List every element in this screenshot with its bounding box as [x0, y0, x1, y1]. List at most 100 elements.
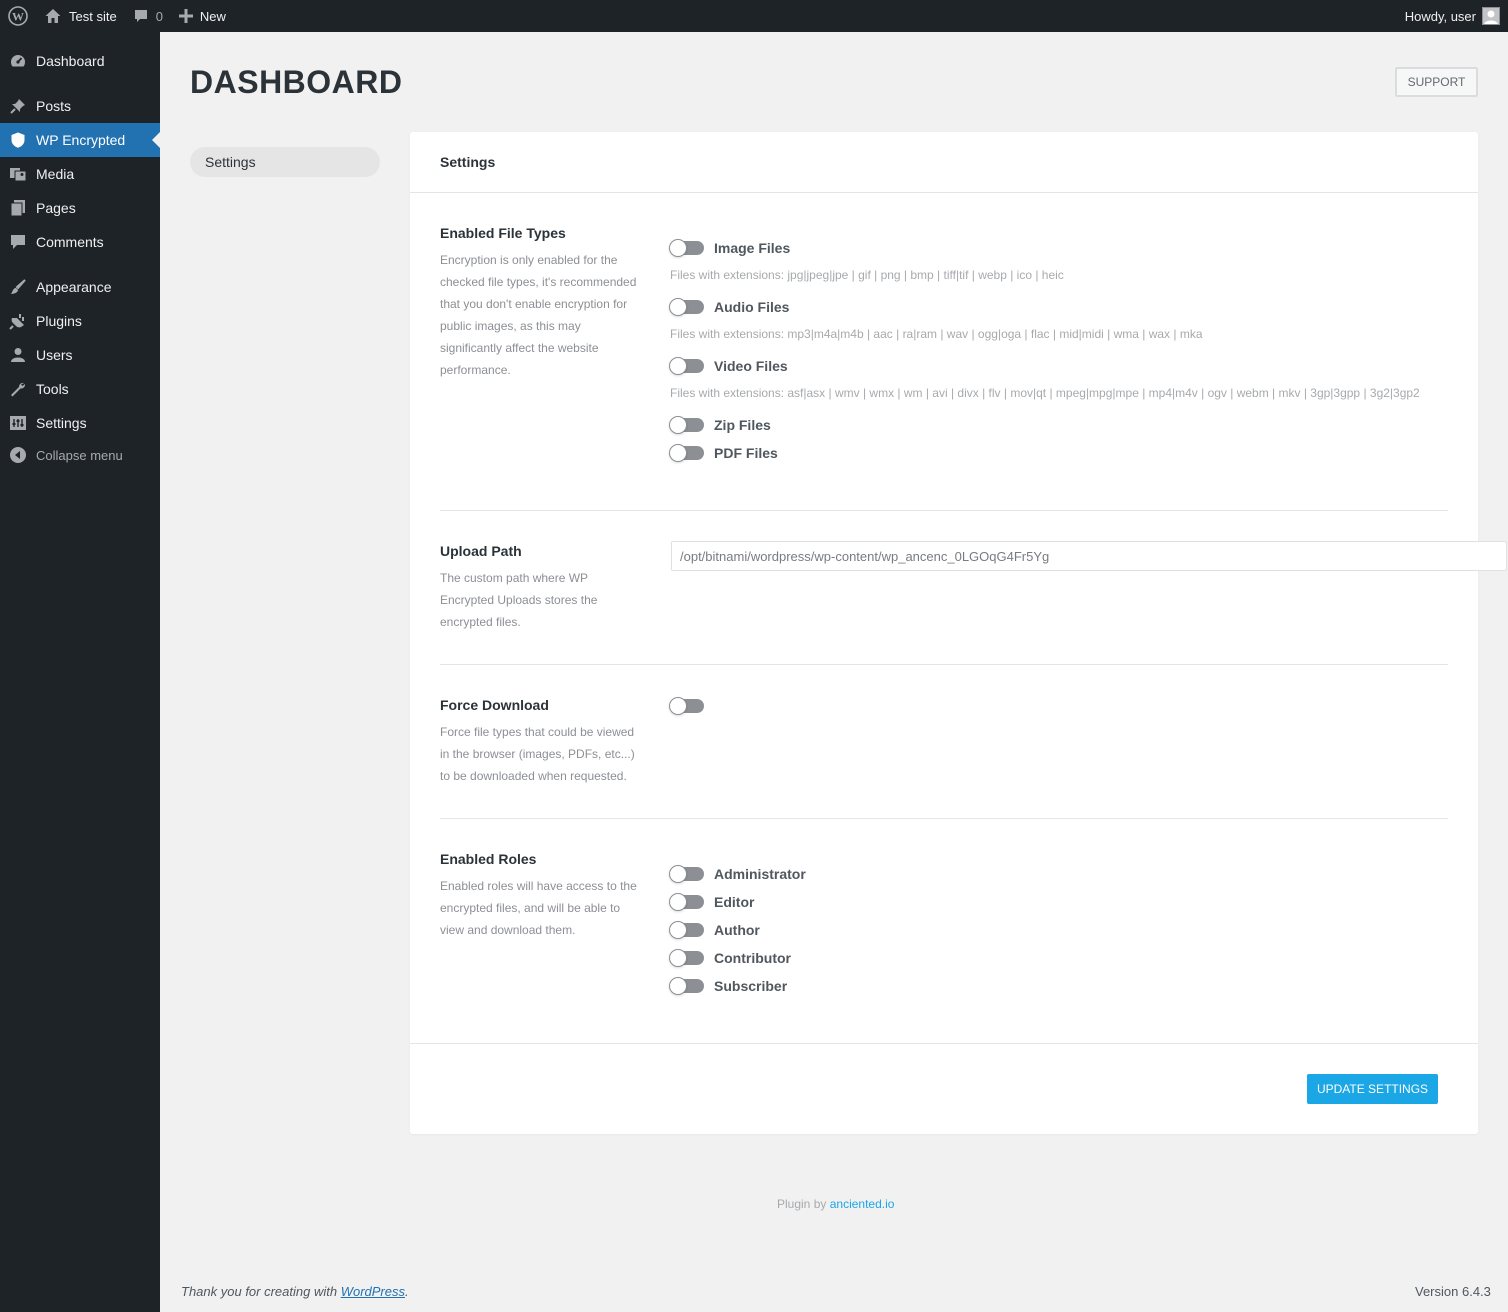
comment-icon: [9, 233, 27, 251]
force-download-toggle[interactable]: [669, 697, 704, 715]
contributor-toggle-row[interactable]: Contributor: [669, 948, 791, 968]
plugin-credit: Plugin by anciented.io: [777, 1197, 894, 1211]
plugin-credit-prefix: Plugin by: [777, 1197, 827, 1211]
administrator-toggle-row[interactable]: Administrator: [669, 864, 806, 884]
sidebar-item-label: Comments: [36, 234, 104, 250]
site-name-link[interactable]: Test site: [36, 0, 125, 32]
sidebar-item-label: WP Encrypted: [36, 132, 126, 148]
roles-title: Enabled Roles: [440, 851, 537, 867]
zip-files-label: Zip Files: [714, 417, 771, 433]
section-divider: [440, 664, 1448, 665]
sidebar-item-label: Pages: [36, 200, 76, 216]
support-button[interactable]: SUPPORT: [1395, 67, 1478, 97]
zip-files-toggle[interactable]: [669, 416, 704, 434]
my-account-link[interactable]: Howdy, user: [1405, 7, 1508, 25]
plugin-author-link[interactable]: anciented.io: [830, 1197, 895, 1211]
video-files-toggle-row[interactable]: Video Files: [669, 356, 788, 376]
new-label: New: [199, 8, 226, 24]
settings-card: Settings Enabled File Types Encryption i…: [410, 132, 1507, 1134]
comment-bubble-icon: [133, 8, 149, 24]
contributor-toggle[interactable]: [669, 949, 704, 967]
administrator-label: Administrator: [714, 866, 806, 882]
zip-files-toggle-row[interactable]: Zip Files: [669, 415, 771, 435]
contributor-label: Contributor: [714, 950, 791, 966]
editor-toggle-row[interactable]: Editor: [669, 892, 755, 912]
collapse-menu-button[interactable]: Collapse menu: [0, 438, 160, 472]
force-download-title: Force Download: [440, 697, 549, 713]
sidebar-item-appearance[interactable]: Appearance: [0, 270, 160, 304]
sidebar-item-plugins[interactable]: Plugins: [0, 304, 160, 338]
plus-icon: [178, 9, 193, 23]
collapse-menu-label: Collapse menu: [36, 447, 123, 463]
image-files-extensions: Files with extensions: jpg|jpeg|jpe | gi…: [670, 268, 1064, 282]
subscriber-label: Subscriber: [714, 978, 788, 994]
sidebar-item-media[interactable]: Media: [0, 157, 160, 191]
upload-path-input[interactable]: [671, 541, 1507, 571]
comments-link[interactable]: 0: [125, 0, 171, 32]
sidebar-item-dashboard[interactable]: Dashboard: [0, 44, 160, 78]
wrench-icon: [9, 380, 27, 398]
wordpress-logo-button[interactable]: W: [0, 0, 36, 32]
upload-path-desc: The custom path where WP Encrypted Uploa…: [440, 571, 598, 629]
footer-thanks-prefix: Thank you for creating with: [181, 1284, 338, 1299]
pdf-files-toggle[interactable]: [669, 444, 704, 462]
page-title: DASHBOARD: [190, 64, 403, 100]
image-files-toggle[interactable]: [669, 239, 704, 257]
pages-icon: [9, 199, 27, 217]
subscriber-toggle-row[interactable]: Subscriber: [669, 976, 788, 996]
audio-files-label: Audio Files: [714, 299, 790, 315]
video-files-toggle[interactable]: [669, 357, 704, 375]
file-types-title: Enabled File Types: [440, 225, 566, 241]
sidebar-item-users[interactable]: Users: [0, 338, 160, 372]
upload-path-title: Upload Path: [440, 543, 522, 559]
pdf-files-label: PDF Files: [714, 445, 778, 461]
image-files-label: Image Files: [714, 240, 791, 256]
sidebar-item-posts[interactable]: Posts: [0, 89, 160, 123]
force-download-toggle-row[interactable]: [669, 696, 714, 716]
sidebar-item-label: Media: [36, 166, 75, 182]
audio-files-toggle[interactable]: [669, 298, 704, 316]
editor-label: Editor: [714, 894, 755, 910]
wordpress-link[interactable]: WordPress: [341, 1284, 405, 1299]
author-toggle[interactable]: [669, 921, 704, 939]
sidebar-item-label: Tools: [36, 381, 69, 397]
sidebar-item-tools[interactable]: Tools: [0, 372, 160, 406]
section-divider: [440, 818, 1448, 819]
pdf-files-toggle-row[interactable]: PDF Files: [669, 443, 778, 463]
admin-sidebar: Dashboard Posts WP Encrypted Media Pages…: [0, 32, 160, 1312]
sidebar-item-comments[interactable]: Comments: [0, 225, 160, 259]
sidebar-item-wp-encrypted[interactable]: WP Encrypted: [0, 123, 160, 157]
pin-icon: [9, 97, 27, 115]
sidebar-item-label: Plugins: [36, 313, 82, 329]
audio-files-extensions: Files with extensions: mp3|m4a|m4b | aac…: [670, 327, 1203, 341]
card-footer-divider: [410, 1043, 1478, 1044]
author-toggle-row[interactable]: Author: [669, 920, 760, 940]
editor-toggle[interactable]: [669, 893, 704, 911]
footer-thanks: Thank you for creating with WordPress.: [181, 1284, 409, 1299]
new-content-link[interactable]: New: [171, 0, 234, 32]
plug-icon: [9, 312, 27, 330]
collapse-arrow-icon: [9, 446, 27, 464]
sidebar-item-label: Appearance: [36, 279, 112, 295]
video-files-label: Video Files: [714, 358, 788, 374]
force-download-desc: Force file types that could be viewed in…: [440, 725, 635, 783]
sidebar-item-settings[interactable]: Settings: [0, 406, 160, 440]
tab-settings[interactable]: Settings: [190, 147, 380, 177]
video-files-extensions: Files with extensions: asf|asx | wmv | w…: [670, 386, 1420, 400]
howdy-text: Howdy, user: [1404, 8, 1476, 24]
footer-version: Version 6.4.3: [1415, 1284, 1491, 1299]
roles-desc: Enabled roles will have access to the en…: [440, 879, 637, 937]
image-files-toggle-row[interactable]: Image Files: [669, 238, 791, 258]
file-types-desc: Encryption is only enabled for the check…: [440, 253, 637, 377]
media-icon: [9, 165, 27, 183]
sidebar-item-label: Users: [36, 347, 73, 363]
brush-icon: [9, 278, 27, 296]
audio-files-toggle-row[interactable]: Audio Files: [669, 297, 790, 317]
update-settings-button[interactable]: UPDATE SETTINGS: [1307, 1074, 1438, 1104]
sidebar-item-label: Dashboard: [36, 53, 105, 69]
subscriber-toggle[interactable]: [669, 977, 704, 995]
user-icon: [9, 346, 27, 364]
sidebar-item-pages[interactable]: Pages: [0, 191, 160, 225]
administrator-toggle[interactable]: [669, 865, 704, 883]
shield-icon: [9, 131, 27, 149]
